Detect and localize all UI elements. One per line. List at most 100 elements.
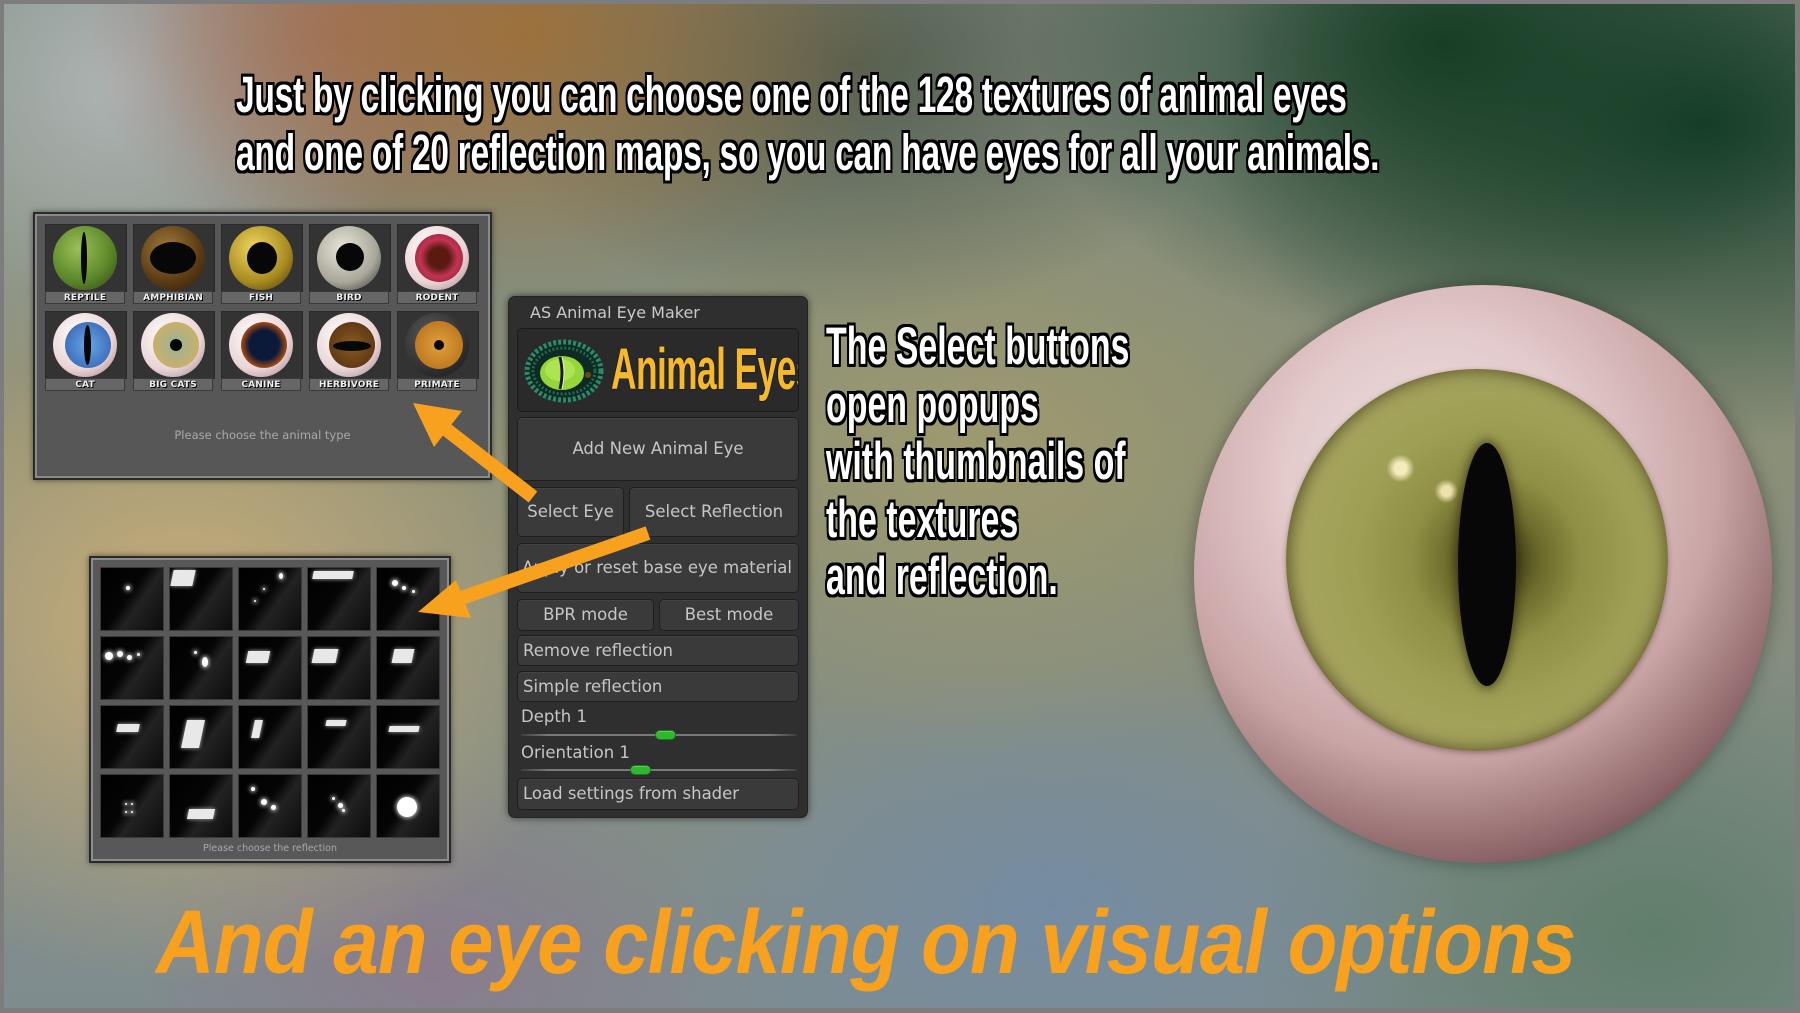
eye-type-label: FISH xyxy=(221,291,301,304)
light-spot xyxy=(202,657,208,667)
pupil xyxy=(333,341,371,351)
eye-type-canine[interactable]: CANINE xyxy=(221,311,303,399)
reflection-thumbnail[interactable] xyxy=(238,567,302,631)
reflection-thumbnail[interactable] xyxy=(169,705,233,769)
apply-reset-material-button[interactable]: Apply or reset base eye material xyxy=(517,543,799,593)
eye-type-cat[interactable]: CAT xyxy=(45,311,127,399)
light-spot xyxy=(126,586,130,590)
eye-type-label: AMPHIBIAN xyxy=(133,291,213,304)
eye-type-label: REPTILE xyxy=(45,291,125,304)
eye-type-label: CAT xyxy=(45,378,125,391)
light-spot xyxy=(125,811,127,813)
eye-type-label: RODENT xyxy=(397,291,477,304)
light-window xyxy=(325,720,347,726)
reptile-eye-icon xyxy=(45,224,127,292)
pupil xyxy=(170,339,182,351)
simple-reflection-button[interactable]: Simple reflection xyxy=(517,671,799,702)
reflection-thumbnail[interactable] xyxy=(100,636,164,700)
light-spot xyxy=(342,809,345,812)
reflection-thumbnail[interactable] xyxy=(100,774,164,838)
eye-type-big-cats[interactable]: BIG CATS xyxy=(133,311,215,399)
light-spot xyxy=(251,787,255,791)
depth-slider-thumb[interactable] xyxy=(654,730,676,740)
big-cats-eye-icon xyxy=(133,311,215,379)
eyeball-thumbnail xyxy=(229,226,293,290)
reflection-thumbnail[interactable] xyxy=(169,774,233,838)
pupil xyxy=(81,232,87,284)
cat-eye-icon xyxy=(45,311,127,379)
eyeball-thumbnail xyxy=(405,313,469,377)
logo-text: Animal Eyes xyxy=(611,337,799,402)
light-window xyxy=(388,726,420,732)
reflection-thumbnail[interactable] xyxy=(100,705,164,769)
eye-type-primate[interactable]: PRIMATE xyxy=(397,311,479,399)
description-line-1: The Select buttons xyxy=(826,317,1130,376)
light-spot xyxy=(338,803,343,808)
select-reflection-button[interactable]: Select Reflection xyxy=(629,487,799,537)
pupil xyxy=(336,243,364,271)
eye-type-bird[interactable]: BIRD xyxy=(309,224,391,312)
bpr-mode-button[interactable]: BPR mode xyxy=(517,599,654,631)
dragon-eye-icon xyxy=(524,339,604,403)
reflection-popup-caption: Please choose the reflection xyxy=(203,843,337,854)
canine-eye-icon xyxy=(221,311,303,379)
eye-type-reptile[interactable]: REPTILE xyxy=(45,224,127,312)
pupil xyxy=(150,242,196,274)
iris xyxy=(1286,369,1668,751)
reflection-thumbnail[interactable] xyxy=(307,774,371,838)
light-window xyxy=(116,724,140,732)
eyeball-thumbnail xyxy=(141,313,205,377)
description-line-3: with thumbnails of xyxy=(826,432,1126,491)
light-spot xyxy=(263,588,265,590)
reflection-thumbnail[interactable] xyxy=(376,705,440,769)
light-window xyxy=(391,649,415,663)
slit-pupil xyxy=(1458,443,1516,686)
reflection-thumbnail[interactable] xyxy=(169,636,233,700)
light-spot xyxy=(105,652,113,660)
add-new-animal-eye-button[interactable]: Add New Animal Eye xyxy=(517,417,799,481)
herbivore-eye-icon xyxy=(309,311,391,379)
reflection-thumbnail[interactable] xyxy=(376,636,440,700)
light-window xyxy=(181,720,205,748)
headline-line-1: Just by clicking you can choose one of t… xyxy=(236,66,1347,123)
light-window xyxy=(312,571,354,579)
eye-type-fish[interactable]: FISH xyxy=(221,224,303,312)
eyeball-thumbnail xyxy=(405,226,469,290)
remove-reflection-button[interactable]: Remove reflection xyxy=(517,635,799,666)
eye-type-amphibian[interactable]: AMPHIBIAN xyxy=(133,224,215,312)
best-mode-button[interactable]: Best mode xyxy=(659,599,799,631)
eye-type-rodent[interactable]: RODENT xyxy=(397,224,479,312)
eye-type-label: BIRD xyxy=(309,291,389,304)
orientation-slider-thumb[interactable] xyxy=(629,765,651,775)
eyeball-thumbnail xyxy=(53,226,117,290)
eye-type-herbivore[interactable]: HERBIVORE xyxy=(309,311,391,399)
load-settings-button[interactable]: Load settings from shader xyxy=(517,778,799,810)
reflection-thumbnail[interactable] xyxy=(376,567,440,631)
select-eye-button[interactable]: Select Eye xyxy=(517,487,624,537)
reflection-thumbnail[interactable] xyxy=(307,705,371,769)
reflection-thumbnail[interactable] xyxy=(307,567,371,631)
reflection-thumbnail[interactable] xyxy=(376,774,440,838)
depth-slider-label: Depth 1 xyxy=(521,707,587,726)
reflection-popup: Please choose the reflection xyxy=(89,556,451,863)
light-window xyxy=(170,570,196,586)
reflection-thumbnail[interactable] xyxy=(238,774,302,838)
light-window xyxy=(311,649,339,663)
reflection-thumbnail[interactable] xyxy=(100,567,164,631)
reflection-thumbnail[interactable] xyxy=(307,636,371,700)
light-spot xyxy=(127,655,132,660)
eyeball-thumbnail xyxy=(141,226,205,290)
light-spot xyxy=(254,600,256,602)
description-line-5: and reflection. xyxy=(826,547,1058,606)
light-spot xyxy=(125,803,127,805)
light-window xyxy=(251,720,263,738)
reflection-thumbnail[interactable] xyxy=(238,705,302,769)
iris xyxy=(415,234,463,282)
eye-popup-caption: Please choose the animal type xyxy=(174,428,351,442)
headline: Just by clicking you can choose one of t… xyxy=(236,66,1800,182)
depth-slider[interactable] xyxy=(521,730,797,740)
orientation-slider[interactable] xyxy=(521,765,797,775)
reflection-thumbnail[interactable] xyxy=(169,567,233,631)
description-line-2: open popups xyxy=(826,374,1039,434)
reflection-thumbnail[interactable] xyxy=(238,636,302,700)
